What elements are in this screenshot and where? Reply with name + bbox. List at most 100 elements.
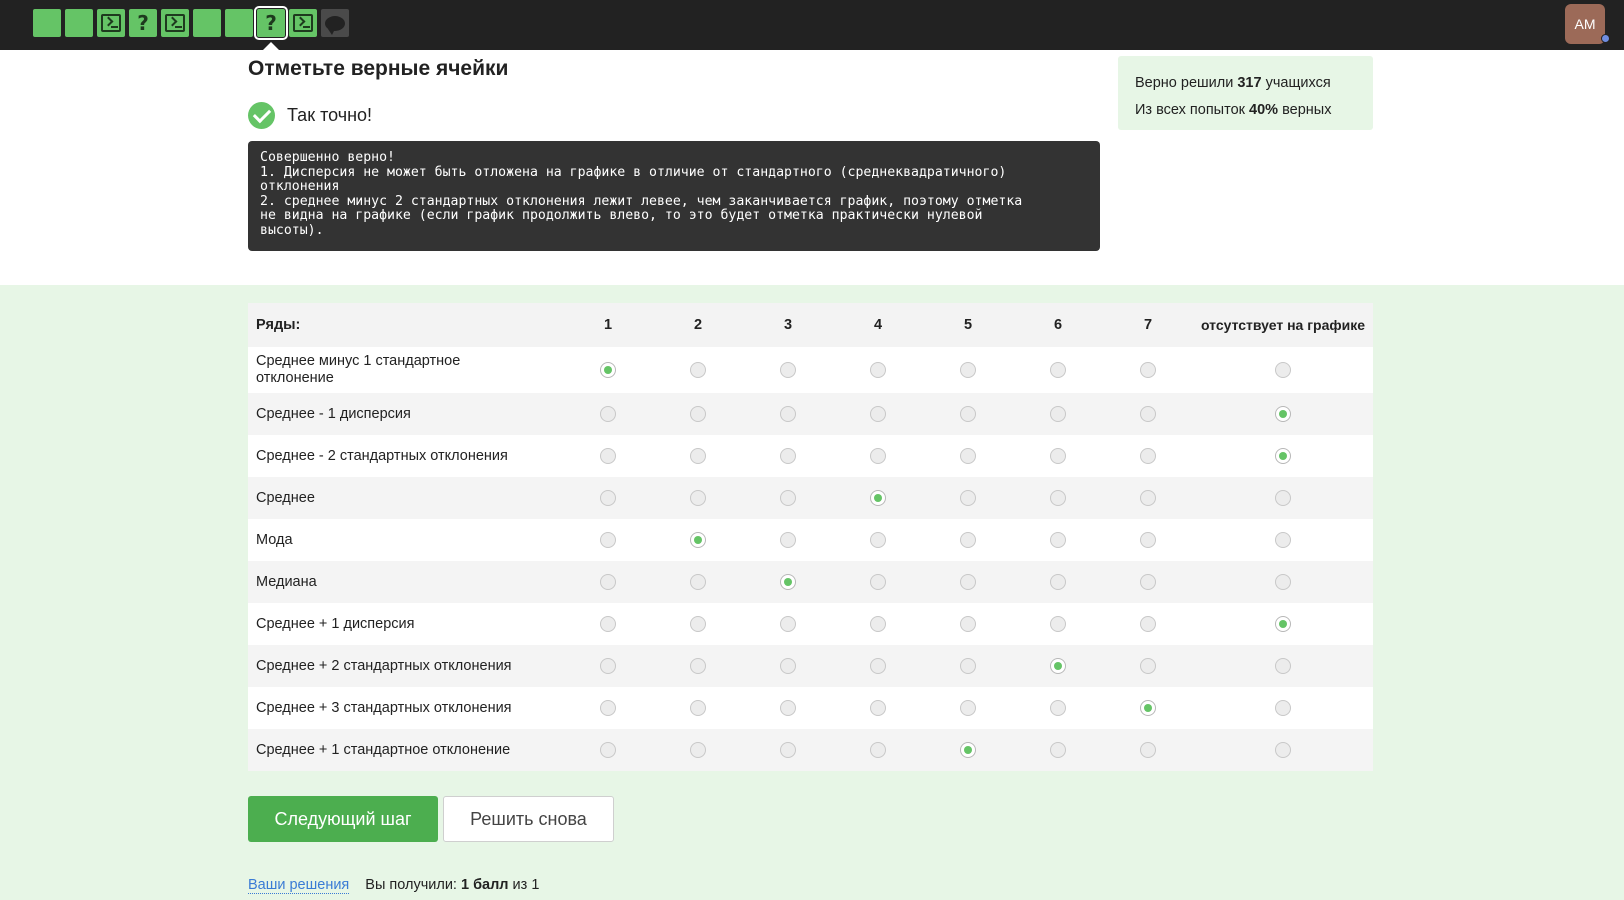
radio-button[interactable] xyxy=(1050,700,1066,717)
radio-button[interactable] xyxy=(960,490,976,507)
radio-button[interactable] xyxy=(960,574,976,591)
radio-button[interactable] xyxy=(1140,574,1156,591)
step-10[interactable] xyxy=(321,9,349,37)
radio-button[interactable] xyxy=(960,362,976,379)
radio-button[interactable] xyxy=(1275,362,1291,379)
step-5[interactable] xyxy=(161,9,189,37)
radio-button[interactable] xyxy=(600,700,616,717)
step-7[interactable] xyxy=(225,9,253,37)
radio-button[interactable] xyxy=(870,532,886,549)
radio-button[interactable] xyxy=(1050,406,1066,423)
step-1[interactable] xyxy=(33,9,61,37)
radio-button[interactable] xyxy=(1275,406,1291,423)
radio-button[interactable] xyxy=(870,574,886,591)
radio-button[interactable] xyxy=(1050,490,1066,507)
radio-button[interactable] xyxy=(1275,700,1291,717)
radio-button[interactable] xyxy=(600,362,616,379)
radio-button[interactable] xyxy=(960,448,976,465)
result-text: Так точно! xyxy=(287,105,373,125)
radio-button[interactable] xyxy=(690,362,706,379)
radio-button[interactable] xyxy=(690,448,706,465)
radio-button[interactable] xyxy=(1140,406,1156,423)
radio-button[interactable] xyxy=(690,658,706,675)
radio-button[interactable] xyxy=(870,658,886,675)
radio-button[interactable] xyxy=(690,490,706,507)
radio-button[interactable] xyxy=(870,616,886,633)
next-step-button[interactable]: Следующий шаг xyxy=(248,796,438,842)
radio-button[interactable] xyxy=(1050,742,1066,759)
step-8[interactable]: ? xyxy=(254,6,288,50)
radio-button[interactable] xyxy=(1275,490,1291,507)
radio-button[interactable] xyxy=(780,574,796,591)
radio-button[interactable] xyxy=(870,700,886,717)
radio-button[interactable] xyxy=(690,406,706,423)
radio-button[interactable] xyxy=(780,616,796,633)
radio-button[interactable] xyxy=(1050,532,1066,549)
radio-button[interactable] xyxy=(600,658,616,675)
step-4[interactable]: ? xyxy=(129,9,157,37)
radio-button[interactable] xyxy=(870,742,886,759)
radio-button[interactable] xyxy=(870,406,886,423)
radio-button[interactable] xyxy=(600,616,616,633)
matrix-cell xyxy=(1103,477,1193,519)
radio-button[interactable] xyxy=(1050,658,1066,675)
radio-button[interactable] xyxy=(1050,574,1066,591)
radio-button[interactable] xyxy=(780,532,796,549)
radio-button[interactable] xyxy=(1050,362,1066,379)
radio-button[interactable] xyxy=(600,448,616,465)
radio-button[interactable] xyxy=(780,658,796,675)
your-solutions-link[interactable]: Ваши решения xyxy=(248,877,350,894)
radio-button[interactable] xyxy=(1140,742,1156,759)
radio-button[interactable] xyxy=(960,616,976,633)
radio-button[interactable] xyxy=(1140,616,1156,633)
radio-button[interactable] xyxy=(1275,742,1291,759)
radio-button[interactable] xyxy=(1275,532,1291,549)
radio-button[interactable] xyxy=(780,406,796,423)
radio-button[interactable] xyxy=(960,532,976,549)
column-header-8: отсутствует на графике xyxy=(1193,303,1373,347)
radio-button[interactable] xyxy=(690,742,706,759)
radio-button[interactable] xyxy=(1050,616,1066,633)
step-3[interactable] xyxy=(97,9,125,37)
matrix-cell xyxy=(833,645,923,687)
radio-button[interactable] xyxy=(1140,490,1156,507)
radio-button[interactable] xyxy=(960,658,976,675)
radio-button[interactable] xyxy=(780,448,796,465)
radio-button[interactable] xyxy=(600,406,616,423)
radio-button[interactable] xyxy=(780,700,796,717)
radio-button[interactable] xyxy=(870,362,886,379)
radio-button[interactable] xyxy=(960,742,976,759)
terminal-icon xyxy=(165,14,185,32)
radio-button[interactable] xyxy=(600,490,616,507)
step-6[interactable] xyxy=(193,9,221,37)
radio-button[interactable] xyxy=(960,406,976,423)
step-9[interactable] xyxy=(289,9,317,37)
radio-button[interactable] xyxy=(690,532,706,549)
radio-button[interactable] xyxy=(690,700,706,717)
radio-button[interactable] xyxy=(960,700,976,717)
step-2[interactable] xyxy=(65,9,93,37)
radio-button[interactable] xyxy=(1140,658,1156,675)
radio-button[interactable] xyxy=(780,362,796,379)
radio-button[interactable] xyxy=(870,448,886,465)
radio-button[interactable] xyxy=(600,574,616,591)
radio-button[interactable] xyxy=(1275,574,1291,591)
avatar[interactable]: AM xyxy=(1565,4,1605,44)
radio-button[interactable] xyxy=(1140,532,1156,549)
radio-button[interactable] xyxy=(600,742,616,759)
radio-button[interactable] xyxy=(1050,448,1066,465)
radio-button[interactable] xyxy=(1140,362,1156,379)
radio-button[interactable] xyxy=(600,532,616,549)
radio-button[interactable] xyxy=(1275,616,1291,633)
matrix-cell xyxy=(563,561,653,603)
radio-button[interactable] xyxy=(780,490,796,507)
radio-button[interactable] xyxy=(870,490,886,507)
radio-button[interactable] xyxy=(690,616,706,633)
radio-button[interactable] xyxy=(780,742,796,759)
retry-button[interactable]: Решить снова xyxy=(443,796,614,842)
radio-button[interactable] xyxy=(1275,448,1291,465)
radio-button[interactable] xyxy=(1140,448,1156,465)
radio-button[interactable] xyxy=(690,574,706,591)
radio-button[interactable] xyxy=(1275,658,1291,675)
radio-button[interactable] xyxy=(1140,700,1156,717)
